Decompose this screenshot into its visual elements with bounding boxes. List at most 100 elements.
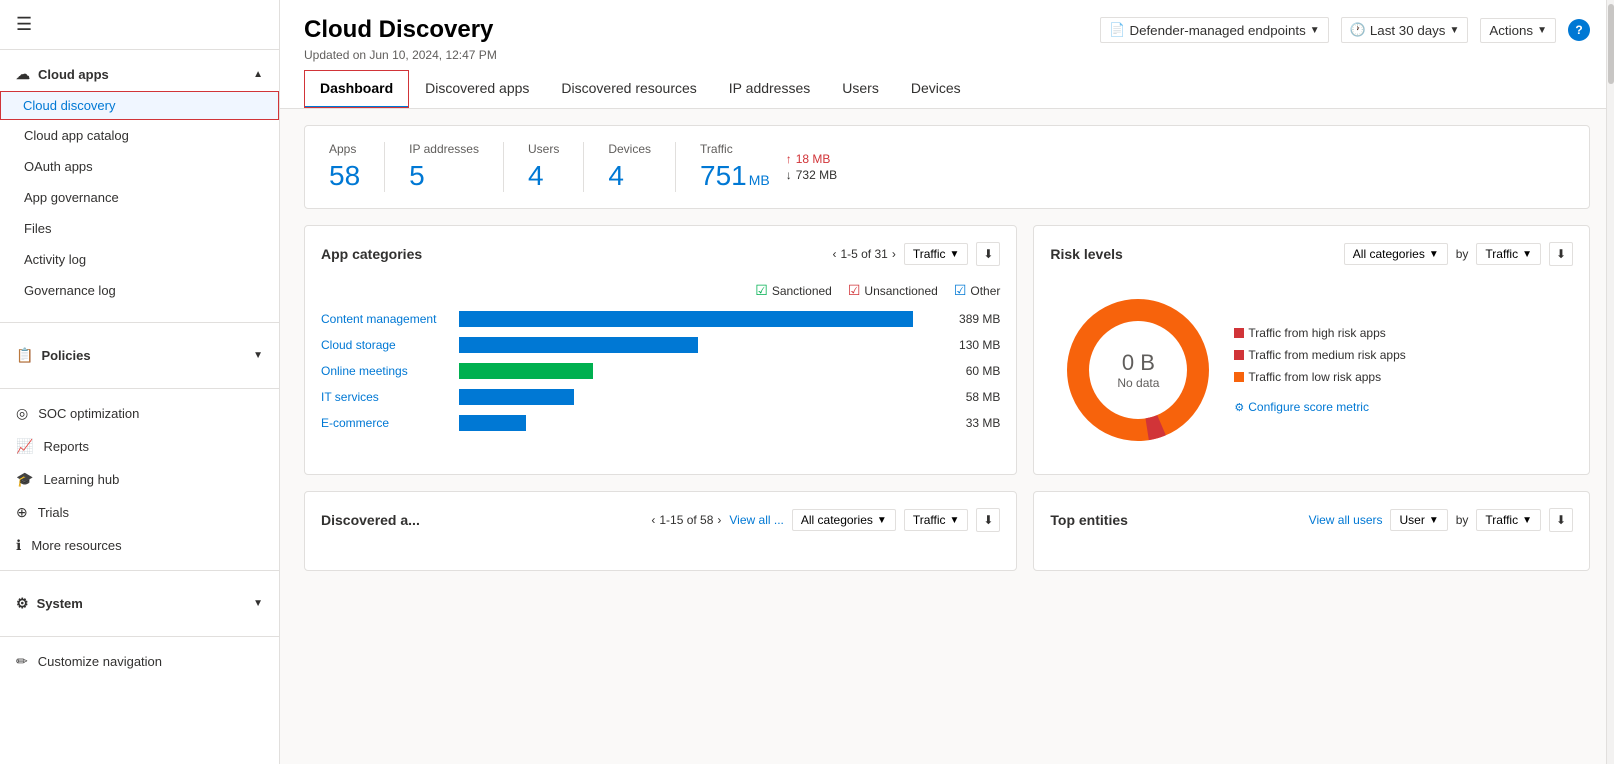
bar-fill-content-management (459, 311, 913, 327)
prev-page-icon[interactable]: ‹ (832, 247, 836, 261)
stat-traffic-download: 732 MB (796, 168, 837, 182)
bar-value-ecommerce: 33 MB (945, 416, 1000, 430)
discovered-apps-controls: ‹ 1-15 of 58 › View all ... All categori… (651, 508, 1000, 532)
discovered-apps-traffic-filter[interactable]: Traffic ▼ (904, 509, 969, 531)
sidebar-item-trials[interactable]: ⊕ Trials (0, 496, 279, 529)
more-resources-icon: ℹ (16, 537, 21, 554)
updated-text: Updated on Jun 10, 2024, 12:47 PM (304, 48, 1590, 62)
risk-by-label: by (1456, 247, 1469, 261)
download-arrow-icon: ↓ (786, 168, 792, 182)
bar-label-it-services[interactable]: IT services (321, 390, 451, 404)
sidebar-item-cloud-discovery[interactable]: Cloud discovery (0, 91, 279, 120)
stat-apps-value: 58 (329, 160, 360, 192)
legend-unsanctioned[interactable]: ☑ Unsanctioned (848, 282, 938, 299)
stat-devices-label: Devices (608, 142, 651, 156)
help-button[interactable]: ? (1568, 19, 1590, 41)
scrollbar-track[interactable] (1606, 0, 1614, 764)
sidebar-item-governance-log[interactable]: Governance log (0, 275, 279, 306)
risk-by-filter-button[interactable]: Traffic ▼ (1476, 243, 1541, 265)
bar-value-it-services: 58 MB (945, 390, 1000, 404)
sidebar-item-app-governance[interactable]: App governance (0, 182, 279, 213)
bar-label-ecommerce[interactable]: E-commerce (321, 416, 451, 430)
sidebar-item-reports[interactable]: 📈 Reports (0, 430, 279, 463)
tab-devices[interactable]: Devices (895, 70, 977, 108)
discovered-apps-view-all[interactable]: View all ... (729, 513, 783, 527)
top-entities-user-filter[interactable]: User ▼ (1390, 509, 1447, 531)
configure-score-metric-link[interactable]: ⚙ Configure score metric (1234, 400, 1405, 414)
next-page-icon[interactable]: › (892, 247, 896, 261)
bar-container-content-management (459, 311, 937, 327)
sidebar-item-learning-hub[interactable]: 🎓 Learning hub (0, 463, 279, 496)
content-area: Apps 58 IP addresses 5 Users 4 Devices 4… (280, 109, 1614, 764)
sidebar-system-label: System (37, 596, 83, 611)
policies-icon: 📋 (16, 347, 33, 364)
tab-users[interactable]: Users (826, 70, 895, 108)
endpoint-filter-button[interactable]: 📄 Defender-managed endpoints ▼ (1100, 17, 1328, 43)
user-chevron-icon: ▼ (1429, 515, 1439, 526)
sidebar-cloud-discovery-label: Cloud discovery (23, 98, 116, 113)
disc-traffic-chevron-icon: ▼ (949, 515, 959, 526)
time-chevron-icon: ▼ (1449, 25, 1459, 36)
download-icon: ⬇ (983, 247, 993, 261)
risk-levels-controls: All categories ▼ by Traffic ▼ ⬇ (1344, 242, 1573, 266)
disc-prev-icon[interactable]: ‹ (651, 513, 655, 527)
bar-container-ecommerce (459, 415, 937, 431)
bar-label-online-meetings[interactable]: Online meetings (321, 364, 451, 378)
bar-row-ecommerce: E-commerce 33 MB (321, 415, 1000, 431)
app-categories-filter-button[interactable]: Traffic ▼ (904, 243, 969, 265)
sidebar-item-activity-log[interactable]: Activity log (0, 244, 279, 275)
top-entities-view-all[interactable]: View all users (1309, 513, 1383, 527)
discovered-apps-download-button[interactable]: ⬇ (976, 508, 1000, 532)
legend-other[interactable]: ☑ Other (954, 282, 1001, 299)
top-entities-title: Top entities (1050, 512, 1128, 528)
discovered-apps-title: Discovered a... (321, 512, 420, 528)
risk-low-dot (1234, 372, 1244, 382)
sidebar-item-files[interactable]: Files (0, 213, 279, 244)
sidebar-item-customize-navigation[interactable]: ✏ Customize navigation (0, 645, 279, 678)
main-header: Cloud Discovery 📄 Defender-managed endpo… (280, 0, 1614, 109)
time-filter-button[interactable]: 🕐 Last 30 days ▼ (1341, 17, 1469, 43)
bar-container-cloud-storage (459, 337, 937, 353)
stat-traffic-upload: 18 MB (796, 152, 831, 166)
discovered-apps-pagination: ‹ 1-15 of 58 › (651, 513, 721, 527)
stats-row: Apps 58 IP addresses 5 Users 4 Devices 4… (304, 125, 1590, 209)
stat-devices-value: 4 (608, 160, 651, 192)
upload-arrow-icon: ↑ (786, 152, 792, 166)
disc-next-icon[interactable]: › (717, 513, 721, 527)
donut-area: 0 B No data Traffic from high risk apps … (1050, 282, 1573, 458)
sidebar-policies-label: Policies (41, 348, 90, 363)
hamburger-icon[interactable]: ☰ (16, 14, 32, 35)
sidebar-section-system[interactable]: ⚙ System ▼ (0, 587, 279, 620)
sidebar-item-more-resources[interactable]: ℹ More resources (0, 529, 279, 562)
donut-label: No data (1117, 376, 1159, 390)
legend-sanctioned[interactable]: ☑ Sanctioned (755, 282, 832, 299)
top-entities-download-button[interactable]: ⬇ (1549, 508, 1573, 532)
tab-discovered-apps[interactable]: Discovered apps (409, 70, 545, 108)
donut-container: 0 B No data (1058, 290, 1218, 450)
sidebar-section-cloud-apps[interactable]: ☁ Cloud apps ▲ (0, 58, 279, 91)
stat-users: Users 4 (504, 142, 584, 192)
tab-discovered-resources[interactable]: Discovered resources (545, 70, 712, 108)
stat-traffic-unit: MB (749, 172, 770, 188)
tab-ip-addresses[interactable]: IP addresses (713, 70, 826, 108)
bar-fill-it-services (459, 389, 574, 405)
bar-label-cloud-storage[interactable]: Cloud storage (321, 338, 451, 352)
sidebar-item-cloud-app-catalog[interactable]: Cloud app catalog (0, 120, 279, 151)
configure-gear-icon: ⚙ (1234, 401, 1244, 414)
discovered-apps-category-filter[interactable]: All categories ▼ (792, 509, 896, 531)
cloud-apps-icon: ☁ (16, 66, 30, 83)
scrollbar-thumb[interactable] (1608, 4, 1614, 84)
sidebar-section-policies[interactable]: 📋 Policies ▼ (0, 339, 279, 372)
actions-button[interactable]: Actions ▼ (1480, 18, 1556, 43)
risk-category-filter-button[interactable]: All categories ▼ (1344, 243, 1448, 265)
tab-dashboard[interactable]: Dashboard (304, 70, 409, 108)
top-entities-traffic-filter[interactable]: Traffic ▼ (1476, 509, 1541, 531)
entities-traffic-chevron-icon: ▼ (1522, 515, 1532, 526)
risk-download-button[interactable]: ⬇ (1549, 242, 1573, 266)
bar-label-content-management[interactable]: Content management (321, 312, 451, 326)
sidebar-item-soc-optimization[interactable]: ◎ SOC optimization (0, 397, 279, 430)
risk-cat-chevron-icon: ▼ (1429, 249, 1439, 260)
sidebar-item-oauth-apps[interactable]: OAuth apps (0, 151, 279, 182)
app-categories-download-button[interactable]: ⬇ (976, 242, 1000, 266)
reports-icon: 📈 (16, 438, 33, 455)
